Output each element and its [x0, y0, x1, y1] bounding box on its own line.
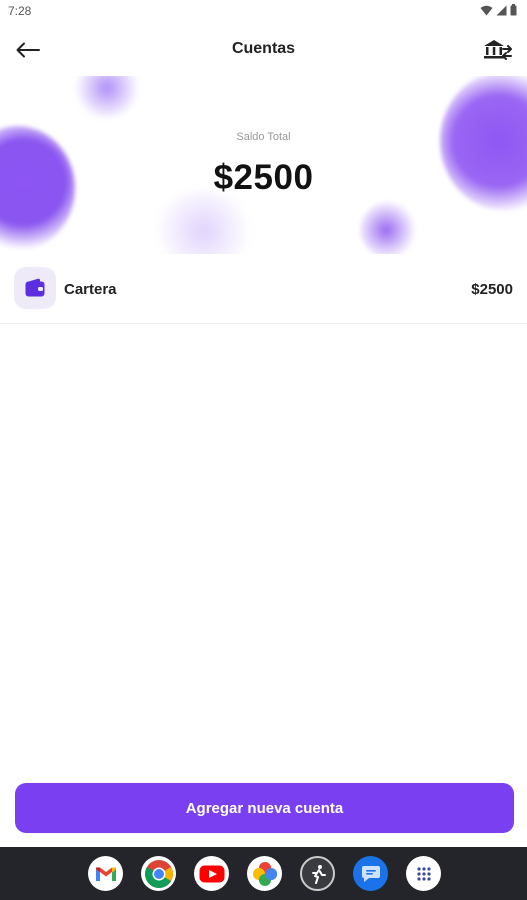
- total-balance-label: Saldo Total: [236, 131, 291, 143]
- signal-icon: [496, 5, 507, 15]
- chrome-app[interactable]: [141, 856, 176, 891]
- add-account-button[interactable]: Agregar nueva cuenta: [15, 783, 514, 833]
- wifi-icon: [480, 5, 493, 15]
- account-row-cartera[interactable]: Cartera $2500: [0, 256, 527, 324]
- page-title: Cuentas: [231, 40, 296, 57]
- youtube-app[interactable]: [194, 856, 229, 891]
- chrome-icon: [144, 859, 173, 888]
- bank-transfer-icon: [484, 40, 512, 60]
- system-taskbar: [0, 847, 527, 900]
- bank-transfer-button[interactable]: [481, 34, 515, 66]
- balance-header: Saldo Total $2500: [0, 76, 527, 254]
- app-drawer-icon: [416, 866, 431, 881]
- status-icons: [480, 4, 517, 16]
- fitness-app[interactable]: [300, 856, 335, 891]
- fitness-icon: [311, 864, 326, 884]
- messages-app[interactable]: [353, 856, 388, 891]
- app-dock: [88, 856, 441, 891]
- decorative-blob: [72, 76, 142, 118]
- battery-icon: [510, 4, 517, 16]
- app-drawer[interactable]: [406, 856, 441, 891]
- messages-icon: [361, 865, 380, 882]
- status-bar: 7:28: [0, 0, 527, 24]
- account-balance: $2500: [471, 281, 513, 298]
- status-time: 7:28: [8, 4, 32, 18]
- total-balance-amount: $2500: [213, 158, 314, 197]
- youtube-icon: [199, 865, 224, 882]
- gmail-app[interactable]: [88, 856, 123, 891]
- app-bar: Cuentas: [0, 24, 527, 76]
- wallet-icon: [25, 278, 45, 297]
- gmail-icon: [95, 867, 116, 881]
- photos-icon: [252, 861, 277, 886]
- decorative-blob: [148, 191, 258, 254]
- account-icon-wrapper: [14, 267, 56, 309]
- decorative-blob: [360, 201, 418, 254]
- photos-app[interactable]: [247, 856, 282, 891]
- account-name: Cartera: [64, 281, 117, 298]
